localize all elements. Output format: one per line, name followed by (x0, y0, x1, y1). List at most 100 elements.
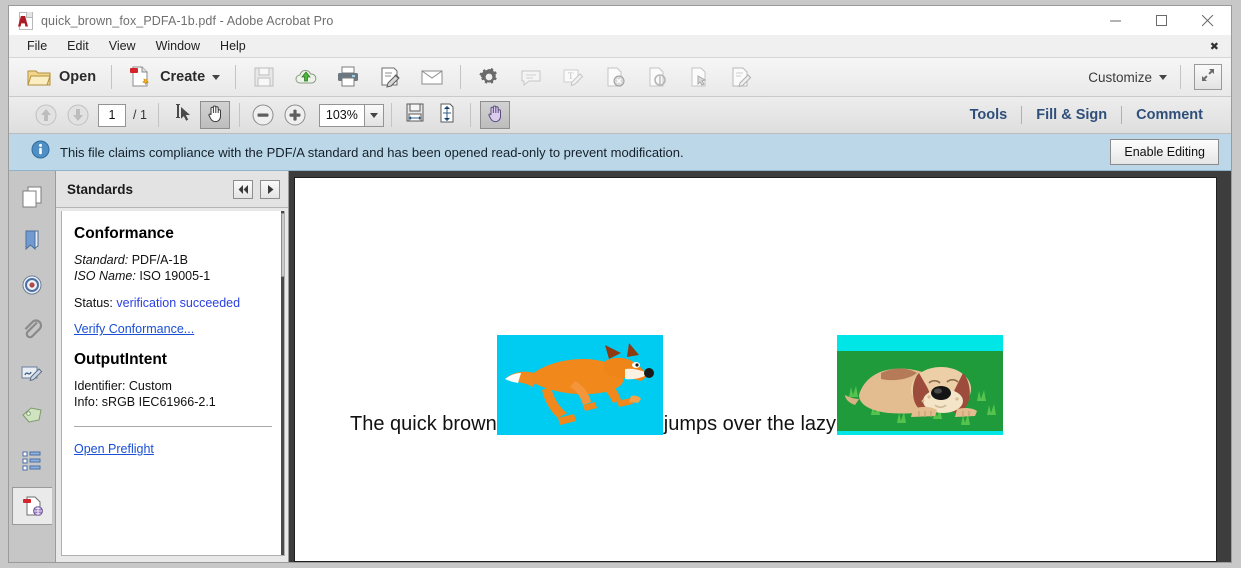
notice-message: This file claims compliance with the PDF… (60, 144, 684, 160)
iso-value: ISO 19005-1 (139, 269, 211, 283)
menu-file[interactable]: File (18, 37, 56, 55)
chevron-down-icon (1159, 74, 1167, 80)
text-edit-button: T (553, 62, 593, 92)
main-area: Standards Conformance Standard: PDF/A-1B (9, 171, 1231, 562)
fit-page-icon (435, 102, 459, 129)
panel-scroll-thumb[interactable] (281, 213, 284, 277)
svg-text:T: T (568, 71, 574, 81)
standards-icon[interactable] (12, 487, 52, 525)
zoom-dropdown-button[interactable] (363, 103, 384, 127)
save-button (244, 62, 284, 92)
stamp-button (637, 62, 677, 92)
comment-button (511, 62, 551, 92)
fit-width-button[interactable] (401, 102, 429, 128)
stamp-icon (644, 64, 670, 90)
print-button[interactable] (328, 62, 368, 92)
standard-row: Standard: PDF/A-1B (74, 252, 272, 268)
pdfa-notice-bar: This file claims compliance with the PDF… (9, 134, 1231, 171)
settings-button[interactable] (469, 62, 509, 92)
text-middle: jumps over the lazy (663, 413, 837, 435)
toolbar-separator (238, 103, 240, 127)
folder-open-icon (26, 64, 52, 90)
hand-tool-button[interactable] (199, 101, 230, 129)
comment-icon (518, 64, 544, 90)
pdf-page: The quick brown jumps over the lazy (294, 177, 1217, 562)
page-number-value: 1 (108, 108, 116, 122)
upload-button[interactable] (286, 62, 326, 92)
select-tool-button[interactable] (168, 102, 196, 128)
fit-page-button[interactable] (433, 102, 461, 128)
open-preflight-link[interactable]: Open Preflight (74, 442, 154, 456)
minimize-icon[interactable] (1093, 6, 1139, 35)
expand-panel-icon[interactable] (260, 179, 280, 199)
zoom-level-input[interactable]: 103% (318, 103, 364, 127)
navigation-rail (9, 171, 56, 562)
fill-and-sign-button[interactable]: Fill & Sign (1022, 107, 1121, 123)
right-tool-links: Tools Fill & Sign Comment (956, 106, 1217, 124)
document-sentence: The quick brown jumps over the lazy (350, 335, 1004, 436)
attachments-icon[interactable] (14, 311, 50, 347)
iso-name-row: ISO Name: ISO 19005-1 (74, 268, 272, 284)
toolbar-separator (157, 103, 159, 127)
previous-page-button (33, 102, 59, 128)
delete-page-button (595, 62, 635, 92)
running-fox-image (496, 335, 663, 436)
standard-value: PDF/A-1B (131, 253, 188, 267)
conformance-heading: Conformance (74, 225, 174, 242)
toolbar-separator (235, 65, 237, 89)
enable-editing-button[interactable]: Enable Editing (1110, 139, 1219, 165)
page-total-label: / 1 (133, 108, 147, 122)
page-number-input[interactable]: 1 (98, 103, 126, 127)
window-title: quick_brown_fox_PDFA-1b.pdf - Adobe Acro… (41, 13, 334, 28)
open-button[interactable]: Open (19, 62, 103, 92)
upload-cloud-icon (293, 64, 319, 90)
tools-button[interactable]: Tools (956, 107, 1022, 123)
content-structure-icon[interactable] (14, 443, 50, 479)
zoom-level-value: 103% (325, 108, 358, 122)
page-content: The quick brown jumps over the lazy (295, 178, 1216, 561)
create-document-icon (127, 64, 153, 90)
menu-help[interactable]: Help (211, 37, 255, 55)
collapse-panel-icon[interactable] (233, 179, 253, 199)
sign-button[interactable] (370, 62, 410, 92)
status-value: verification succeeded (116, 296, 241, 310)
signatures-icon[interactable] (14, 355, 50, 391)
panel-content: Conformance Standard: PDF/A-1B ISO Name:… (61, 211, 285, 556)
menu-window[interactable]: Window (147, 37, 209, 55)
highlight-hand-button[interactable] (479, 101, 510, 129)
pdf-file-icon (18, 11, 34, 30)
destinations-icon[interactable] (14, 267, 50, 303)
main-toolbar: Open Create T Customize (9, 58, 1231, 97)
delete-page-icon (602, 64, 628, 90)
save-icon (251, 64, 277, 90)
panel-scrollbar[interactable] (281, 211, 284, 555)
email-button[interactable] (412, 62, 452, 92)
gear-icon (476, 64, 502, 90)
close-icon[interactable] (1185, 6, 1231, 35)
customize-button[interactable]: Customize (1082, 70, 1173, 85)
tags-icon[interactable] (14, 399, 50, 435)
zoom-out-button[interactable] (250, 102, 276, 128)
page-thumbnails-icon[interactable] (14, 179, 50, 215)
chevron-down-icon (369, 112, 378, 118)
pointer-doc-icon (686, 64, 712, 90)
bookmarks-icon[interactable] (14, 223, 50, 259)
highlight-hand-icon (485, 103, 505, 128)
customize-label: Customize (1088, 69, 1152, 85)
fullscreen-icon (1200, 67, 1216, 88)
navigation-toolbar: 1 / 1 103% Tools Fill & Sign Comment (9, 97, 1231, 134)
text-edit-icon: T (560, 64, 586, 90)
create-button[interactable]: Create (120, 62, 227, 92)
menubar-close-icon[interactable]: ✖ (1206, 40, 1223, 53)
toolbar-separator (111, 65, 113, 89)
zoom-in-button[interactable] (282, 102, 308, 128)
menu-edit[interactable]: Edit (58, 37, 98, 55)
menu-view[interactable]: View (100, 37, 145, 55)
comment-button[interactable]: Comment (1122, 107, 1217, 123)
panel-header: Standards (56, 171, 288, 208)
toolbar-separator (1180, 65, 1181, 89)
chevron-down-icon (212, 74, 221, 80)
maximize-icon[interactable] (1139, 6, 1185, 35)
verify-conformance-link[interactable]: Verify Conformance... (74, 322, 194, 336)
fullscreen-button[interactable] (1194, 64, 1222, 90)
